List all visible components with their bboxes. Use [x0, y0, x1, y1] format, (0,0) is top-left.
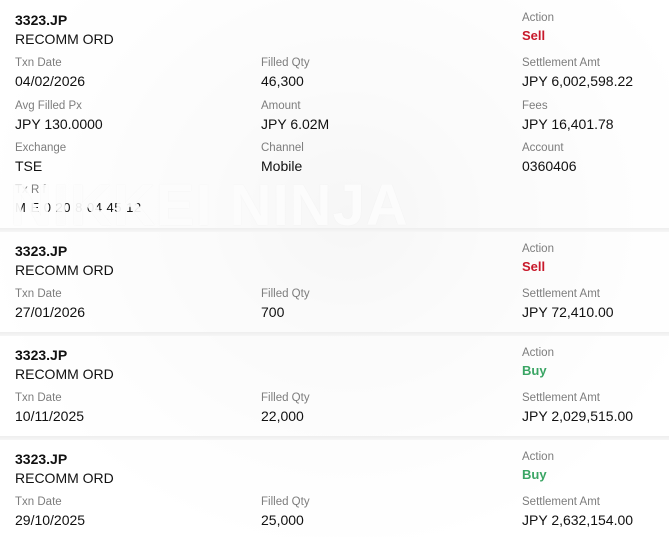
- fees-label: Fees: [522, 100, 548, 112]
- txn-date-value: 27/01/2026: [15, 304, 86, 320]
- filled-qty-label: Filled Qty: [261, 288, 310, 300]
- exchange-label: Exchange: [15, 142, 67, 154]
- txn-date-value: 10/11/2025: [15, 408, 85, 424]
- filled-qty-label: Filled Qty: [261, 496, 310, 508]
- channel-value: Mobile: [261, 158, 303, 174]
- avg-filled-px-label: Avg Filled Px: [15, 100, 82, 112]
- settlement-label: Settlement Amt: [522, 392, 600, 404]
- filled-qty-label: Filled Qty: [261, 57, 310, 69]
- settlement-value: JPY 2,029,515.00: [522, 408, 634, 424]
- filled-qty-value: 22,000: [261, 408, 304, 424]
- order-type: RECOMM ORD: [15, 470, 114, 486]
- txn-date-label: Txn Date: [15, 496, 62, 508]
- account-label: Account: [522, 142, 564, 154]
- filled-qty-value: 46,300: [261, 73, 304, 89]
- transaction-card-expanded[interactable]: 3323.JP RECOMM ORD Action Sell Txn Date …: [0, 0, 669, 228]
- txn-date-value: 04/02/2026: [15, 73, 86, 89]
- amount-label: Amount: [261, 100, 301, 112]
- exchange-value: TSE: [15, 158, 43, 174]
- filled-qty-value: 25,000: [261, 512, 304, 528]
- filled-qty-label: Filled Qty: [261, 392, 310, 404]
- settlement-label: Settlement Amt: [522, 57, 600, 69]
- txn-date-label: Txn Date: [15, 288, 62, 300]
- stock-symbol: 3323.JP: [15, 347, 68, 363]
- amount-value: JPY 6.02M: [261, 116, 330, 132]
- action-value-sell: Sell: [522, 28, 546, 43]
- avg-filled-px-value: JPY 130.0000: [15, 116, 103, 132]
- settlement-value: JPY 6,002,598.22: [522, 73, 634, 89]
- stock-symbol: 3323.JP: [15, 451, 68, 467]
- order-type: RECOMM ORD: [15, 262, 114, 278]
- action-label: Action: [522, 12, 554, 24]
- action-label: Action: [522, 451, 554, 463]
- action-value-buy: Buy: [522, 467, 547, 482]
- action-label: Action: [522, 243, 554, 255]
- filled-qty-value: 700: [261, 304, 285, 320]
- txn-date-value: 29/10/2025: [15, 512, 86, 528]
- txn-ref-value: M E 0 20 8 04 45 12: [15, 200, 142, 215]
- transaction-card[interactable]: 3323.JP RECOMM ORD Action Buy Txn Date 1…: [0, 336, 669, 436]
- fees-value: JPY 16,401.78: [522, 116, 614, 132]
- account-value: 0360406: [522, 158, 577, 174]
- txn-ref-label: Tx R f: [15, 184, 46, 196]
- action-value-sell: Sell: [522, 259, 546, 274]
- action-label: Action: [522, 347, 554, 359]
- settlement-label: Settlement Amt: [522, 288, 600, 300]
- stock-symbol: 3323.JP: [15, 243, 68, 259]
- channel-label: Channel: [261, 142, 304, 154]
- settlement-value: JPY 2,632,154.00: [522, 512, 634, 528]
- stock-symbol: 3323.JP: [15, 12, 68, 28]
- txn-date-label: Txn Date: [15, 392, 62, 404]
- settlement-label: Settlement Amt: [522, 496, 600, 508]
- transaction-card[interactable]: 3323.JP RECOMM ORD Action Sell Txn Date …: [0, 232, 669, 332]
- action-value-buy: Buy: [522, 363, 547, 378]
- order-type: RECOMM ORD: [15, 31, 114, 47]
- txn-date-label: Txn Date: [15, 57, 62, 69]
- settlement-value: JPY 72,410.00: [522, 304, 614, 320]
- transaction-card[interactable]: 3323.JP RECOMM ORD Action Buy Txn Date 2…: [0, 440, 669, 537]
- order-type: RECOMM ORD: [15, 366, 114, 382]
